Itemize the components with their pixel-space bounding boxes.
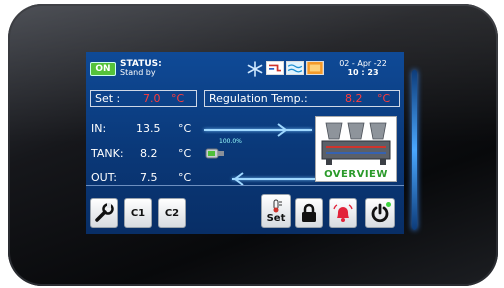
overview-label: OVERVIEW (324, 169, 388, 180)
bottom-separator (86, 185, 404, 186)
setpoint-value: 7.0 (143, 92, 161, 105)
touch-screen: ON STATUS: Stand by 02 - Apr -22 10 : 23… (86, 52, 404, 234)
pump-percent: 100.0% (219, 138, 242, 145)
pipe-icon (266, 61, 284, 75)
regulation-value: 8.2 (345, 92, 363, 105)
arrow-right-icon (277, 123, 288, 137)
out-unit: °C (178, 171, 192, 184)
out-label: OUT: (91, 171, 117, 184)
thermometer-icon (273, 199, 282, 212)
flow-icon (286, 61, 304, 75)
pump-icon (205, 148, 224, 159)
snowflake-icon (247, 61, 263, 77)
wrench-icon (95, 203, 114, 222)
lock-button[interactable] (295, 198, 323, 228)
out-value: 7.5 (140, 171, 158, 184)
regulation-temp-box: Regulation Temp.: 8.2 °C (204, 90, 400, 107)
inlet-flow-line (204, 129, 312, 131)
overview-button[interactable]: OVERVIEW (315, 116, 397, 182)
c2-button[interactable]: C2 (158, 198, 186, 228)
top-status-icons (246, 61, 324, 77)
alarm-button[interactable] (329, 198, 357, 228)
tank-value: 8.2 (140, 147, 158, 160)
tank-unit: °C (178, 147, 192, 160)
power-button[interactable] (365, 198, 395, 228)
in-label: IN: (91, 122, 107, 135)
date-display: 02 - Apr -22 (339, 59, 387, 68)
padlock-icon (302, 203, 316, 222)
time-display: 10 : 23 (347, 68, 379, 77)
power-status-dot (386, 202, 391, 207)
in-value: 13.5 (136, 122, 161, 135)
on-button[interactable]: ON (90, 62, 116, 76)
tank-label: TANK: (91, 147, 124, 160)
setpoint-label: Set : (95, 92, 121, 105)
c1-button[interactable]: C1 (124, 198, 152, 228)
setpoint-unit: °C (171, 92, 185, 105)
in-unit: °C (178, 122, 192, 135)
regulation-unit: °C (377, 92, 391, 105)
setpoint-box[interactable]: Set : 7.0 °C (90, 90, 197, 107)
status-led-bar (412, 70, 417, 230)
status-value: Stand by (120, 68, 156, 77)
set-button-label: Set (266, 212, 286, 224)
settings-button[interactable] (90, 198, 118, 228)
regulation-label: Regulation Temp.: (209, 92, 308, 105)
chiller-unit-icon (321, 122, 391, 165)
set-button[interactable]: Set (261, 194, 291, 228)
heater-icon (306, 61, 324, 75)
alarm-bell-icon (333, 204, 353, 222)
